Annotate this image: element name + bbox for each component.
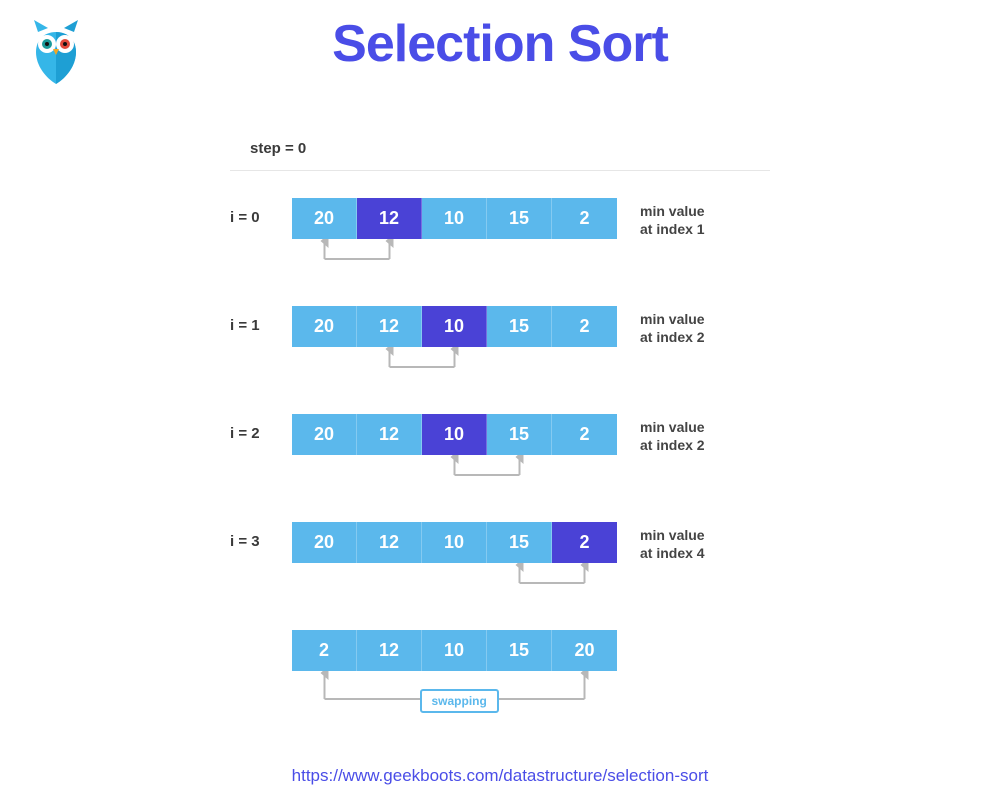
array-cell: 12 [357,306,422,347]
array-cell: 20 [292,306,357,347]
i-label: i = 0 [230,209,260,226]
array-cell: 20 [552,630,617,671]
array-cell: 10 [422,414,487,455]
min-annotation: min valueat index 2 [640,418,705,454]
array-cell: 10 [422,522,487,563]
i-label: i = 3 [230,533,260,550]
divider [230,170,770,171]
iteration-row: i = 3 201210152 min valueat index 4 [230,522,850,630]
compare-arrow-icon [292,239,617,269]
owl-logo-icon [30,18,82,93]
result-row: 212101520 swapping [230,630,850,720]
array-cell: 15 [487,630,552,671]
array-cell: 20 [292,522,357,563]
array-cells: 201210152 [292,306,617,347]
min-annotation: min valueat index 4 [640,526,705,562]
array-cell: 15 [487,522,552,563]
array-cell: 15 [487,414,552,455]
min-annotation: min valueat index 1 [640,202,705,238]
array-cell: 12 [357,414,422,455]
array-cell: 2 [292,630,357,671]
array-cell: 15 [487,306,552,347]
array-cell: 10 [422,198,487,239]
compare-arrow-icon [292,455,617,485]
rows-container: i = 0201210152min valueat index 1 i = 12… [230,198,850,720]
array-cell: 2 [552,414,617,455]
array-cell: 12 [357,522,422,563]
array-cells: 212101520 [292,630,617,671]
swap-label: swapping [420,689,499,713]
array-cells: 201210152 [292,198,617,239]
iteration-row: i = 0 201210152 min valueat index 1 [230,198,850,306]
compare-arrow-icon [292,347,617,377]
min-annotation: min valueat index 2 [640,310,705,346]
array-cell: 12 [357,630,422,671]
array-cells: 201210152 [292,522,617,563]
array-cell: 2 [552,306,617,347]
iteration-row: i = 1 201210152 min valueat index 2 [230,306,850,414]
array-cell: 10 [422,630,487,671]
array-cell: 20 [292,198,357,239]
array-cell: 12 [357,198,422,239]
source-link[interactable]: https://www.geekboots.com/datastructure/… [0,766,1000,786]
array-cell: 15 [487,198,552,239]
array-cell: 10 [422,306,487,347]
step-label: step = 0 [250,140,306,157]
compare-arrow-icon [292,563,617,593]
array-cells: 201210152 [292,414,617,455]
array-cell: 20 [292,414,357,455]
array-cell: 2 [552,198,617,239]
i-label: i = 2 [230,425,260,442]
page-title: Selection Sort [0,0,1000,74]
iteration-row: i = 2 201210152 min valueat index 2 [230,414,850,522]
i-label: i = 1 [230,317,260,334]
array-cell: 2 [552,522,617,563]
